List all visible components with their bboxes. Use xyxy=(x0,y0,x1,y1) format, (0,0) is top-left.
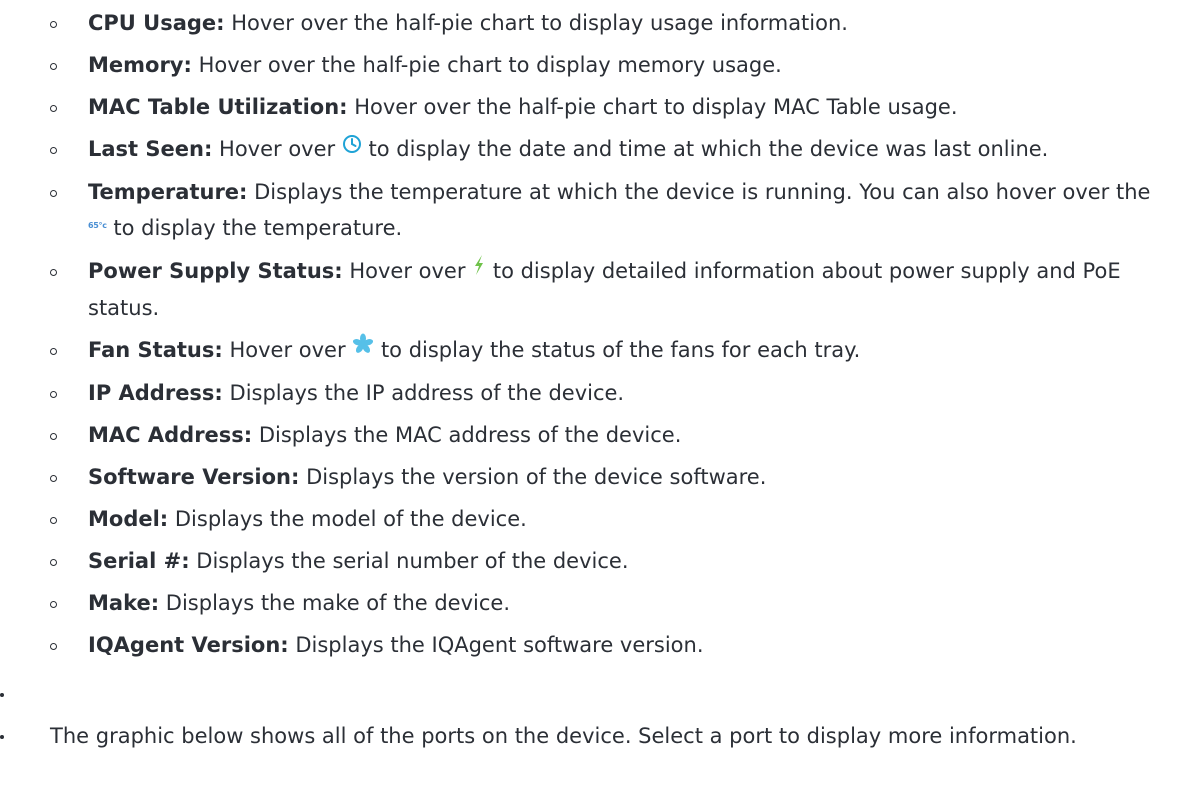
item-term: Memory: xyxy=(88,53,192,77)
circle-bullet-icon xyxy=(50,63,57,70)
list-item-last-seen: Last Seen: Hover over to display the dat… xyxy=(48,131,1158,168)
item-description: Displays the IP address of the device. xyxy=(222,381,625,405)
list-item-model: Model: Displays the model of the device. xyxy=(48,501,1158,537)
list-item-make: Make: Displays the make of the device. xyxy=(48,585,1158,621)
circle-bullet-icon xyxy=(50,601,57,608)
item-description: Displays the serial number of the device… xyxy=(189,549,629,573)
lightning-icon xyxy=(472,251,486,287)
temperature-icon: 65°c xyxy=(88,221,107,230)
item-description: Displays the temperature at which the de… xyxy=(247,180,1151,204)
circle-bullet-icon xyxy=(50,105,57,112)
list-item-iqagent-version: IQAgent Version: Displays the IQAgent so… xyxy=(48,627,1158,663)
item-term: Software Version: xyxy=(88,465,300,489)
item-term: IP Address: xyxy=(88,381,223,405)
empty-list-item xyxy=(0,676,1186,712)
list-item-temperature: Temperature: Displays the temperature at… xyxy=(48,174,1158,247)
list-item-fan-status: Fan Status: Hover over to display the st… xyxy=(48,332,1158,369)
item-term: Power Supply Status: xyxy=(88,259,343,283)
item-term: Last Seen: xyxy=(88,137,213,161)
list-item-cpu-usage: CPU Usage: Hover over the half-pie chart… xyxy=(48,5,1158,41)
list-item-mac-table-utilization: MAC Table Utilization: Hover over the ha… xyxy=(48,89,1158,125)
item-term: Fan Status: xyxy=(88,338,223,362)
circle-bullet-icon xyxy=(50,147,57,154)
document-page: CPU Usage: Hover over the half-pie chart… xyxy=(0,0,1186,806)
dot-bullet-icon xyxy=(0,693,4,697)
item-term: CPU Usage: xyxy=(88,11,225,35)
item-term: Temperature: xyxy=(88,180,248,204)
circle-bullet-icon xyxy=(50,21,57,28)
field-description-list: CPU Usage: Hover over the half-pie chart… xyxy=(48,5,1158,669)
item-description: Hover over the half-pie chart to display… xyxy=(347,95,958,119)
item-description: Hover over the half-pie chart to display… xyxy=(191,53,782,77)
circle-bullet-icon xyxy=(50,269,57,276)
item-description: Displays the version of the device softw… xyxy=(299,465,767,489)
item-description-continued: to display the temperature. xyxy=(106,216,403,240)
outer-list: The graphic below shows all of the ports… xyxy=(0,676,1186,754)
item-description: Hover over xyxy=(212,137,342,161)
circle-bullet-icon xyxy=(50,475,57,482)
item-description-continued: to display the date and time at which th… xyxy=(361,137,1049,161)
item-term: Serial #: xyxy=(88,549,190,573)
circle-bullet-icon xyxy=(50,348,57,355)
item-term: MAC Address: xyxy=(88,423,253,447)
circle-bullet-icon xyxy=(50,517,57,524)
dot-bullet-icon xyxy=(0,735,4,739)
list-item-serial-number: Serial #: Displays the serial number of … xyxy=(48,543,1158,579)
item-description: Hover over the half-pie chart to display… xyxy=(224,11,848,35)
list-item-software-version: Software Version: Displays the version o… xyxy=(48,459,1158,495)
item-description-continued: to display the status of the fans for ea… xyxy=(374,338,861,362)
item-description: Displays the model of the device. xyxy=(168,507,527,531)
circle-bullet-icon xyxy=(50,559,57,566)
item-description: Displays the MAC address of the device. xyxy=(252,423,682,447)
circle-bullet-icon xyxy=(50,391,57,398)
item-description: Hover over xyxy=(342,259,473,283)
circle-bullet-icon xyxy=(50,190,57,197)
list-item-memory: Memory: Hover over the half-pie chart to… xyxy=(48,47,1158,83)
item-description: Displays the IQAgent software version. xyxy=(288,633,704,657)
list-item-ip-address: IP Address: Displays the IP address of t… xyxy=(48,375,1158,411)
item-description: Hover over xyxy=(222,338,353,362)
circle-bullet-icon xyxy=(50,433,57,440)
list-item-mac-address: MAC Address: Displays the MAC address of… xyxy=(48,417,1158,453)
item-term: IQAgent Version: xyxy=(88,633,289,657)
ports-info-item: The graphic below shows all of the ports… xyxy=(0,718,1186,754)
item-term: MAC Table Utilization: xyxy=(88,95,348,119)
list-item-power-supply-status: Power Supply Status: Hover over to displ… xyxy=(48,253,1158,326)
fan-icon xyxy=(352,330,374,366)
ports-info-text: The graphic below shows all of the ports… xyxy=(50,724,1077,748)
circle-bullet-icon xyxy=(50,643,57,650)
clock-icon xyxy=(342,129,362,165)
item-term: Model: xyxy=(88,507,169,531)
item-term: Make: xyxy=(88,591,160,615)
item-description: Displays the make of the device. xyxy=(159,591,511,615)
